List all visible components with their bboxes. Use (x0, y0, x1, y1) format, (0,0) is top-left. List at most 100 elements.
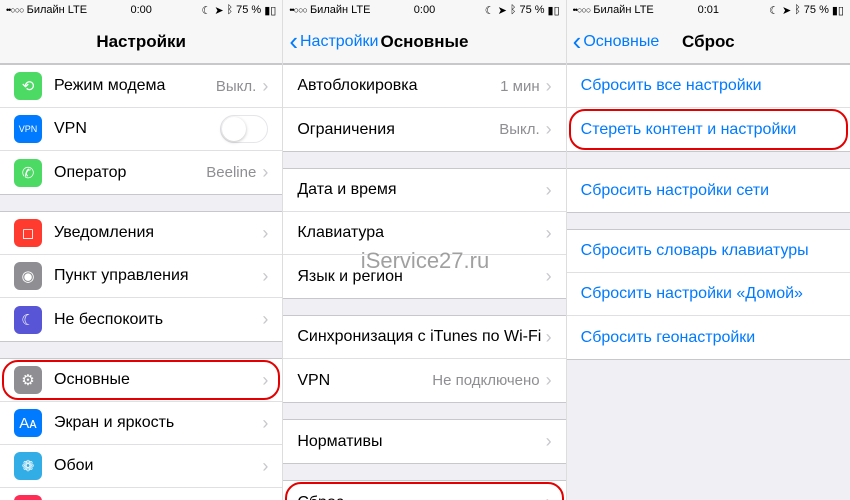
settings-row[interactable]: Сбросить геонастройки (567, 316, 850, 359)
chevron-right-icon: › (546, 370, 552, 391)
battery-label: 75 % (804, 4, 829, 16)
settings-row[interactable]: Сбросить настройки «Домой» (567, 273, 850, 316)
row-value: Не подключено (432, 372, 539, 389)
signal-icon: ••○○○ (6, 5, 24, 15)
battery-icon: ▮▯ (264, 4, 276, 17)
signal-icon: ••○○○ (289, 5, 307, 15)
nav-bar: ‹Основные Сброс (567, 20, 850, 64)
settings-row[interactable]: Язык и регион› (283, 255, 565, 298)
battery-label: 75 % (519, 4, 544, 16)
settings-group: ⟲Режим модемаВыкл.›VPNVPN✆ОператорBeelin… (0, 64, 282, 195)
settings-row[interactable]: ✆ОператорBeeline› (0, 151, 282, 194)
settings-row[interactable]: AᴀЭкран и яркость› (0, 402, 282, 445)
settings-row[interactable]: Стереть контент и настройки (567, 108, 850, 151)
nav-title: Сброс (682, 32, 735, 52)
row-label: Сбросить словарь клавиатуры (581, 242, 836, 260)
network-label: LTE (634, 4, 653, 16)
wallpaper-icon: ❁ (14, 452, 42, 480)
row-label: Клавиатура (297, 224, 545, 242)
settings-row[interactable]: ⚙Основные› (0, 359, 282, 402)
chevron-right-icon: › (546, 180, 552, 201)
carrier-label: Билайн (27, 4, 65, 16)
location-icon: ➤ (782, 4, 791, 17)
settings-row[interactable]: ◉Пункт управления› (0, 255, 282, 298)
general-icon: ⚙ (14, 366, 42, 394)
row-label: Обои (54, 457, 262, 475)
dnd-status-icon: ☾ (769, 4, 779, 17)
settings-group: Сброс› (283, 480, 565, 500)
row-value: Выкл. (216, 78, 256, 95)
settings-row[interactable]: Сбросить словарь клавиатуры (567, 230, 850, 273)
settings-list: ⟲Режим модемаВыкл.›VPNVPN✆ОператорBeelin… (0, 64, 282, 500)
nav-title: Основные (380, 32, 468, 52)
chevron-left-icon: ‹ (573, 26, 582, 57)
toggle-switch[interactable] (220, 115, 268, 143)
chevron-right-icon: › (546, 76, 552, 97)
settings-row[interactable]: ☾Не беспокоить› (0, 298, 282, 341)
row-label: Синхронизация с iTunes по Wi-Fi (297, 328, 545, 346)
row-label: Сбросить настройки сети (581, 182, 836, 200)
status-bar: ••○○○БилайнLTE0:00☾➤ᛒ75 %▮▯ (283, 0, 565, 20)
settings-row[interactable]: ◻Уведомления› (0, 212, 282, 255)
settings-group: ◻Уведомления›◉Пункт управления›☾Не беспо… (0, 211, 282, 342)
status-bar: ••○○○БилайнLTE0:00☾➤ᛒ75 %▮▯ (0, 0, 282, 20)
settings-row[interactable]: VPNVPN (0, 108, 282, 151)
settings-row[interactable]: ♪Звуки› (0, 488, 282, 500)
panel-2: ••○○○БилайнLTE0:01☾➤ᛒ75 %▮▯‹ОсновныеСбро… (567, 0, 850, 500)
nav-bar: ‹НастройкиОсновные (283, 20, 565, 64)
carrier-label: Билайн (310, 4, 348, 16)
row-label: Автоблокировка (297, 77, 500, 95)
settings-group: Сбросить словарь клавиатуры Сбросить наст… (567, 229, 850, 360)
carrier-icon: ✆ (14, 159, 42, 187)
settings-row[interactable]: Клавиатура› (283, 212, 565, 255)
hotspot-icon: ⟲ (14, 72, 42, 100)
row-label: Стереть контент и настройки (581, 121, 836, 139)
carrier-label: Билайн (593, 4, 631, 16)
chevron-right-icon: › (546, 327, 552, 348)
row-label: Сбросить геонастройки (581, 329, 836, 347)
row-label: Ограничения (297, 121, 499, 139)
row-value: Выкл. (499, 121, 539, 138)
row-label: VPN (54, 120, 220, 138)
settings-row[interactable]: Нормативы› (283, 420, 565, 463)
dnd-icon: ☾ (14, 306, 42, 334)
battery-icon: ▮▯ (832, 4, 844, 17)
settings-row[interactable]: ОграниченияВыкл. › (283, 108, 565, 151)
row-label: Сбросить настройки «Домой» (581, 285, 836, 303)
row-label: Сброс (297, 494, 545, 500)
row-label: Режим модема (54, 77, 216, 95)
back-label: Основные (583, 33, 659, 51)
settings-row[interactable]: ❁ Обои› (0, 445, 282, 488)
chevron-right-icon: › (262, 76, 268, 97)
settings-row[interactable]: Автоблокировка1 мин › (283, 65, 565, 108)
settings-row[interactable]: Дата и время› (283, 169, 565, 212)
settings-row[interactable]: Сбросить все настройки (567, 65, 850, 108)
row-label: Оператор (54, 164, 206, 182)
bluetooth-icon: ᛒ (794, 4, 801, 16)
settings-group: Дата и время›Клавиатура›Язык и регион› (283, 168, 565, 299)
settings-row[interactable]: Сбросить настройки сети (567, 169, 850, 212)
nav-bar: Настройки (0, 20, 282, 64)
back-button[interactable]: ‹Настройки (289, 26, 378, 57)
dnd-status-icon: ☾ (201, 4, 211, 17)
nav-title: Настройки (96, 32, 186, 52)
chevron-right-icon: › (546, 119, 552, 140)
row-label: Нормативы (297, 433, 545, 451)
settings-group: Сбросить все настройки Стереть контент и … (567, 64, 850, 152)
settings-row[interactable]: ⟲ Режим модемаВыкл. › (0, 65, 282, 108)
settings-group: Автоблокировка1 мин › ОграниченияВыкл. › (283, 64, 565, 152)
bluetooth-icon: ᛒ (510, 4, 517, 16)
chevron-right-icon: › (262, 309, 268, 330)
row-value: 1 мин (500, 78, 540, 95)
settings-row[interactable]: VPNНе подключено› (283, 359, 565, 402)
notifications-icon: ◻ (14, 219, 42, 247)
chevron-left-icon: ‹ (289, 26, 298, 57)
panel-1: ••○○○БилайнLTE0:00☾➤ᛒ75 %▮▯‹НастройкиОсн… (283, 0, 566, 500)
network-label: LTE (68, 4, 87, 16)
settings-group: Сбросить настройки сети (567, 168, 850, 213)
chevron-right-icon: › (262, 456, 268, 477)
settings-row[interactable]: Синхронизация с iTunes по Wi-Fi› (283, 316, 565, 359)
back-button[interactable]: ‹Основные (573, 26, 660, 57)
settings-row[interactable]: Сброс› (283, 481, 565, 500)
dnd-status-icon: ☾ (485, 4, 495, 17)
